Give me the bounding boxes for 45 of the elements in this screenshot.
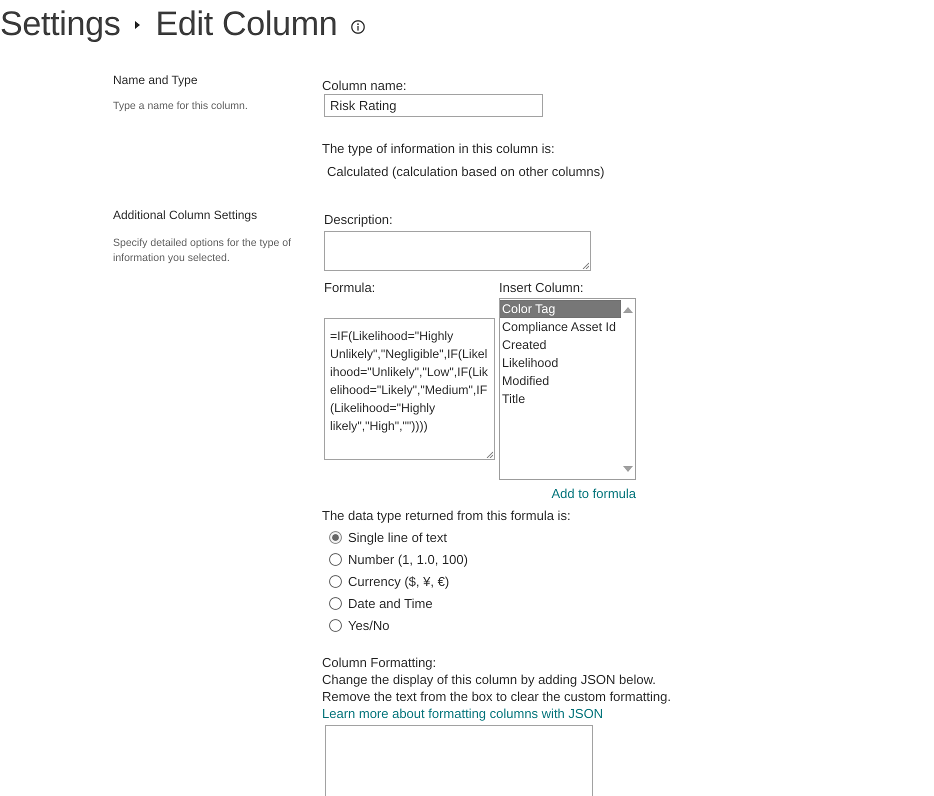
field-label: Description:	[324, 211, 393, 228]
section-title: Additional Column Settings	[113, 207, 258, 223]
radio-label: Currency ($, ¥, €)	[348, 574, 450, 588]
resize-grip-icon[interactable]	[486, 451, 493, 458]
field-label: The type of information in this column is:	[322, 140, 555, 157]
radio-label: Date and Time	[348, 596, 433, 610]
formula-field[interactable]: =IF(Likelihood="Highly Unlikely","Negligible",IF(Likelihood="Unlikely","Low",IF(Likelihood="Likely","Medium",IF(Likelihood="Highly likely","High",""))))	[324, 318, 495, 460]
column-listbox[interactable]: Color Tag Compliance Asset Id Created Likelihood Modified Title	[499, 298, 636, 480]
radio-button[interactable]	[329, 530, 342, 544]
field-label: The data type returned from this formula is:	[322, 507, 571, 524]
caret-icon	[135, 21, 140, 29]
column-type-text: Calculated (calculation based on other columns)	[326, 163, 604, 180]
radio-label: Yes/No	[348, 618, 390, 632]
add-to-formula-link[interactable]: Add to formula	[551, 485, 636, 502]
radio-button[interactable]	[329, 596, 342, 610]
listbox-option[interactable]: Title	[500, 390, 621, 408]
learn-more-link[interactable]: Learn more about formatting columns with JSON	[322, 706, 604, 721]
radio-label: Single line of text	[348, 530, 448, 544]
field-label: Formula:	[324, 279, 376, 296]
resize-grip-icon[interactable]	[582, 262, 589, 269]
info-icon[interactable]	[351, 20, 366, 34]
scroll-down-icon[interactable]	[623, 466, 633, 472]
radio-button[interactable]	[329, 552, 342, 566]
listbox-option[interactable]: Color Tag	[500, 300, 621, 318]
section-description: Specify detailed options for the type of information you selected.	[113, 236, 292, 266]
breadcrumb-link[interactable]: Settings	[0, 0, 120, 48]
listbox-option[interactable]: Likelihood	[500, 354, 621, 372]
scroll-up-icon[interactable]	[623, 307, 633, 313]
description-field[interactable]	[324, 231, 591, 271]
help-text: Remove the text from the box to clear the custom formatting.	[322, 688, 671, 705]
radio-label: Number (1, 1.0, 100)	[348, 552, 468, 566]
radio-button[interactable]	[329, 574, 342, 588]
column-name-field[interactable]: Risk Rating	[324, 94, 543, 117]
field-label: Insert Column:	[499, 279, 585, 296]
json-formatting-field[interactable]	[325, 725, 593, 796]
section-title: Name and Type	[113, 72, 198, 88]
listbox-option[interactable]: Compliance Asset Id	[500, 318, 621, 336]
help-text: Change the display of this column by adding JSON below.	[322, 671, 656, 688]
field-label: Column Formatting:	[322, 654, 436, 671]
listbox-option[interactable]: Created	[500, 336, 621, 354]
listbox-option[interactable]: Modified	[500, 372, 621, 390]
field-label: Column name:	[322, 77, 407, 94]
radio-button[interactable]	[329, 618, 342, 632]
section-description: Type a name for this column.	[113, 99, 249, 114]
page-title: Edit Column	[155, 4, 338, 45]
